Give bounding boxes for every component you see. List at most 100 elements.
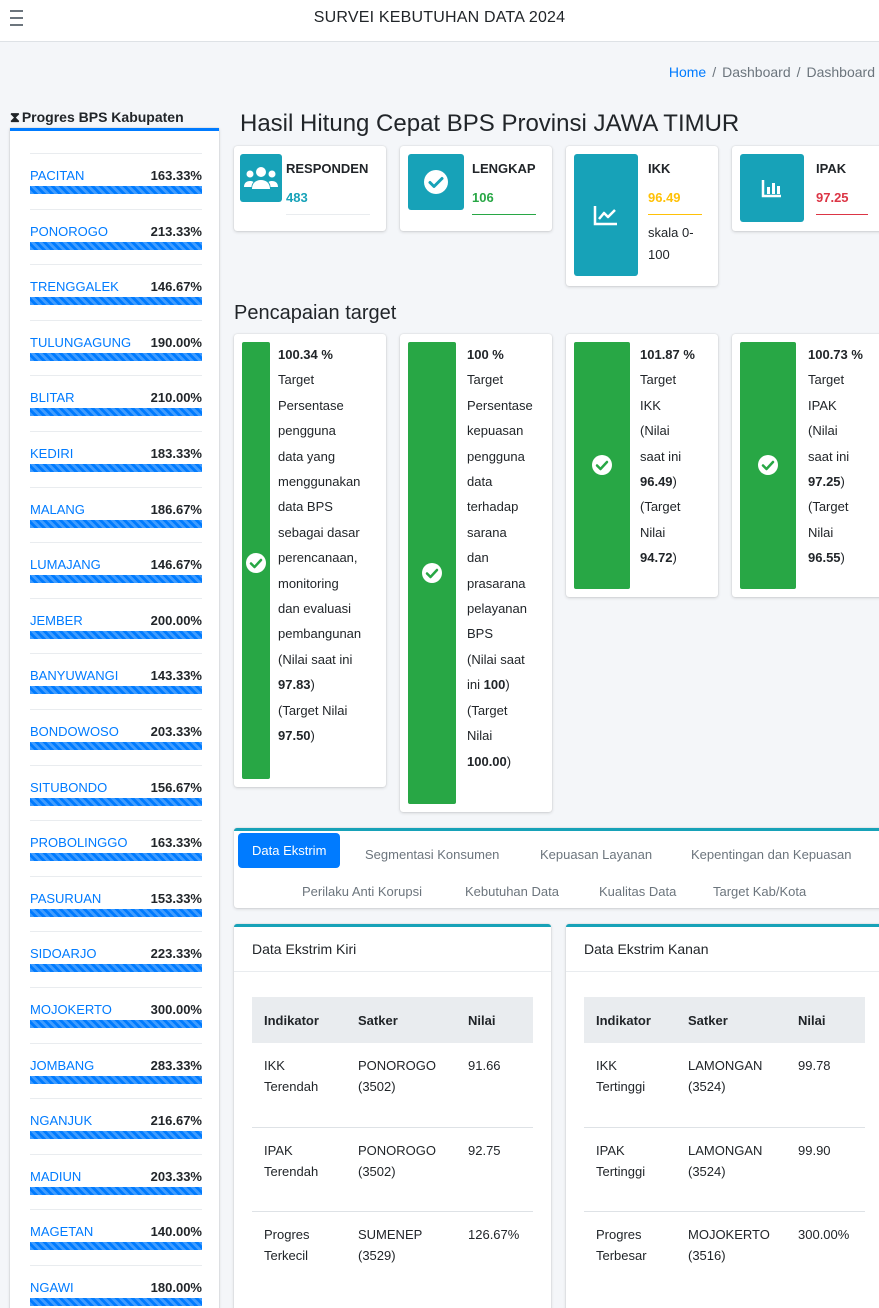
target-value: 97.50	[278, 728, 311, 744]
current-value: 97.83	[278, 677, 311, 693]
table-row: Progres Terkecil SUMENEP (3529) 126.67%	[252, 1211, 533, 1295]
table-cell: 126.67%	[468, 1226, 520, 1242]
sidebar-progress-card: PACITAN 163.33% PONOROGO 213.33% TRENGGALEK 1…	[10, 128, 219, 1308]
responden-progress-line	[286, 214, 370, 215]
progress-item-situbondo: SITUBONDO 156.67%	[30, 764, 202, 821]
progress-bar	[30, 797, 202, 806]
breadcrumb-home-link[interactable]: Home	[669, 64, 706, 80]
table-cell: 99.78	[786, 1043, 865, 1128]
target-text-line: (Target	[808, 499, 849, 515]
target-text: 100.73 % Target IPAK (Nilai saat ini 97.…	[808, 347, 863, 566]
table-cell: IPAK Terendah	[252, 1127, 346, 1212]
ekstrim-kanan-table: Indikator Satker Nilai IKK Tertinggi LAMO…	[584, 997, 865, 1295]
target-percent: 101.87 %	[640, 347, 695, 362]
card-title: Data Ekstrim Kiri	[252, 941, 357, 957]
check-circle-icon	[758, 455, 778, 475]
progress-percent: 213.33%	[150, 223, 202, 239]
target-text-line: Target	[808, 372, 845, 388]
progress-percent: 190.00%	[150, 334, 202, 350]
target-text-line: Nilai	[808, 524, 834, 540]
kabupaten-link[interactable]: MALANG	[30, 502, 85, 517]
kabupaten-link[interactable]: NGAWI	[30, 1280, 74, 1295]
kabupaten-link[interactable]: TULUNGAGUNG	[30, 335, 131, 350]
target-text-line: Nilai	[467, 728, 493, 744]
bar-chart-icon	[740, 154, 804, 222]
kabupaten-link[interactable]: NGANJUK	[30, 1113, 92, 1128]
progress-bar	[30, 964, 202, 973]
tab-data-ekstrim[interactable]: Data Ekstrim	[238, 833, 341, 868]
kabupaten-link[interactable]: BONDOWOSO	[30, 724, 119, 739]
ikk-value: 96.49	[648, 190, 681, 205]
kabupaten-link[interactable]: PACITAN	[30, 168, 84, 183]
kabupaten-link[interactable]: MOJOKERTO	[30, 1002, 112, 1017]
table-row: IPAK Tertinggi LAMONGAN (3524) 99.90	[584, 1127, 865, 1212]
target-text-line: IPAK	[808, 397, 837, 413]
table-cell: Progres Terbesar	[596, 1226, 647, 1263]
tab-target-kab-kota[interactable]: Target Kab/Kota	[713, 884, 806, 899]
kabupaten-link[interactable]: PONOROGO	[30, 224, 108, 239]
kabupaten-link[interactable]: PROBOLINGGO	[30, 835, 128, 850]
progress-item-jombang: JOMBANG 283.33%	[30, 1042, 202, 1099]
card-header: Data Ekstrim Kiri	[234, 927, 551, 972]
target-text: 100 % Target Persentase kepuasan penggun…	[467, 347, 533, 769]
table-cell: IKK Terendah	[252, 1043, 346, 1128]
tab-kebutuhan-data[interactable]: Kebutuhan Data	[465, 884, 559, 899]
table-cell: 99.90	[786, 1127, 865, 1212]
progress-item-malang: MALANG 186.67%	[30, 486, 202, 543]
kabupaten-link[interactable]: BLITAR	[30, 390, 75, 405]
kabupaten-link[interactable]: KEDIRI	[30, 446, 73, 461]
progress-percent: 300.00%	[150, 1001, 202, 1017]
tab-kepuasan-layanan[interactable]: Kepuasan Layanan	[540, 847, 652, 862]
column-header: Nilai	[786, 997, 865, 1043]
kabupaten-link[interactable]: BANYUWANGI	[30, 668, 118, 683]
chart-line-icon	[574, 154, 638, 276]
progress-item-jember: JEMBER 200.00%	[30, 597, 202, 654]
progress-percent: 140.00%	[150, 1224, 202, 1240]
progress-bar	[30, 1297, 202, 1306]
target-percent: 100.73 %	[808, 347, 863, 362]
top-navbar: SURVEI KEBUTUHAN DATA 2024	[0, 0, 879, 42]
card-header: Data Ekstrim Kanan	[566, 927, 879, 972]
info-box-responden: RESPONDEN 483	[234, 146, 386, 231]
kabupaten-link[interactable]: JOMBANG	[30, 1058, 94, 1073]
app-title: SURVEI KEBUTUHAN DATA 2024	[313, 9, 566, 26]
kabupaten-link[interactable]: TRENGGALEK	[30, 279, 119, 294]
table-cell: LAMONGAN (3524)	[676, 1127, 786, 1212]
progress-item-tulungagung: TULUNGAGUNG 190.00%	[30, 319, 202, 376]
kabupaten-link[interactable]: SITUBONDO	[30, 780, 107, 795]
target-text-line: pelayanan	[467, 601, 527, 617]
progress-percent: 216.67%	[150, 1113, 202, 1129]
target-text-line: perencanaan,	[278, 550, 358, 566]
table-cell: 300.00%	[798, 1226, 850, 1242]
tab-segmentasi-konsumen[interactable]: Segmentasi Konsumen	[365, 847, 499, 862]
kabupaten-link[interactable]: MAGETAN	[30, 1224, 93, 1239]
target-text-line: pengguna	[467, 448, 525, 464]
tab-perilaku-anti-korupsi[interactable]: Perilaku Anti Korupsi	[302, 884, 422, 899]
tab-kepentingan-dan-kepuasan[interactable]: Kepentingan dan Kepuasan	[691, 847, 851, 862]
table-cell: PONOROGO (3502)	[346, 1127, 456, 1212]
progress-item-madiun: MADIUN 203.33%	[30, 1153, 202, 1210]
progress-percent: 143.33%	[150, 668, 202, 684]
kabupaten-link[interactable]: MADIUN	[30, 1169, 81, 1184]
kabupaten-link[interactable]: SIDOARJO	[30, 946, 96, 961]
progress-item-blitar: BLITAR 210.00%	[30, 375, 202, 431]
breadcrumb-item: Dashboard	[722, 64, 791, 80]
progress-bar	[30, 1019, 202, 1028]
ipak-progress-line	[816, 214, 868, 215]
target-value: 100.00	[467, 753, 507, 769]
table-cell: SUMENEP (3529)	[358, 1226, 423, 1263]
target-value: 94.72	[640, 550, 673, 566]
kabupaten-link[interactable]: JEMBER	[30, 613, 83, 628]
table-row: IPAK Terendah PONOROGO (3502) 92.75	[252, 1127, 533, 1212]
column-header: Satker	[676, 997, 786, 1043]
target-text-line: (Nilai saat ini	[278, 651, 353, 667]
target-percent: 100 %	[467, 347, 504, 362]
table-cell: IKK Tertinggi	[584, 1043, 676, 1128]
progress-percent: 186.67%	[150, 501, 202, 517]
kabupaten-link[interactable]: PASURUAN	[30, 891, 101, 906]
kabupaten-link[interactable]: LUMAJANG	[30, 557, 101, 572]
column-header: Satker	[346, 997, 456, 1043]
progress-bar	[30, 1131, 202, 1140]
tab-kualitas-data[interactable]: Kualitas Data	[599, 884, 676, 899]
progress-bar	[30, 741, 202, 750]
